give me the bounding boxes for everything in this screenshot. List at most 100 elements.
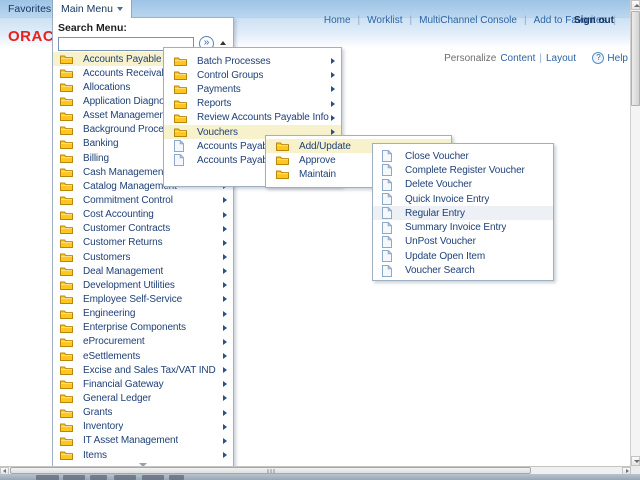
menu-item-label: Deal Management	[83, 266, 163, 277]
menu-item[interactable]: Complete Register Voucher	[373, 163, 553, 177]
link-separator: |	[524, 15, 527, 26]
menu-item[interactable]: Items	[53, 448, 233, 462]
document-icon	[382, 236, 395, 248]
menu-item[interactable]: Voucher Search	[373, 263, 553, 277]
folder-icon	[60, 449, 73, 461]
help-area: ? Help	[592, 52, 628, 64]
menu-item[interactable]: Regular Entry	[373, 206, 553, 220]
folder-icon	[60, 322, 73, 334]
help-link[interactable]: Help	[607, 53, 628, 64]
folder-icon	[276, 154, 289, 166]
folder-icon	[174, 126, 187, 138]
header-link[interactable]: MultiChannel Console	[419, 15, 517, 26]
menu-item-label: Billing	[83, 153, 109, 164]
menu-item[interactable]: Financial Gateway	[53, 377, 233, 391]
folder-icon	[60, 435, 73, 447]
header-link[interactable]: Home	[324, 15, 351, 26]
menu-item[interactable]: Commitment Control	[53, 193, 233, 207]
menu-item[interactable]: UnPost Voucher	[373, 235, 553, 249]
menu-item[interactable]: IT Asset Management	[53, 434, 233, 448]
folder-icon	[60, 95, 73, 107]
submenu-arrow-icon	[223, 367, 227, 373]
scroll-down-button[interactable]	[631, 456, 640, 466]
menu-item[interactable]: Employee Self-Service	[53, 292, 233, 306]
menu-item-label: Asset Management	[83, 110, 168, 121]
menu-item[interactable]: Customers	[53, 250, 233, 264]
personalize-layout-link[interactable]: Layout	[546, 53, 576, 64]
menu-item-label: Banking	[83, 138, 118, 149]
menu-scroll-up-icon[interactable]	[220, 41, 226, 45]
menu-item[interactable]: Engineering	[53, 307, 233, 321]
taskbar-item	[114, 475, 136, 480]
document-icon	[382, 207, 395, 219]
menu-item[interactable]: Grants	[53, 406, 233, 420]
link-separator: |	[358, 15, 361, 26]
menu-item-label: Engineering	[83, 308, 135, 319]
menu-item[interactable]: eProcurement	[53, 335, 233, 349]
menu-item[interactable]: Inventory	[53, 420, 233, 434]
menu-item[interactable]: eSettlements	[53, 349, 233, 363]
menu-item[interactable]: Deal Management	[53, 264, 233, 278]
submenu-arrow-icon	[223, 438, 227, 444]
menu-item[interactable]: Summary Invoice Entry	[373, 220, 553, 234]
folder-icon	[174, 98, 187, 110]
taskbar-item	[36, 475, 59, 480]
menu-item-label: Development Utilities	[83, 280, 175, 291]
folder-icon	[60, 265, 73, 277]
menu-item[interactable]: Review Accounts Payable Info	[164, 111, 341, 125]
menu-item[interactable]: Reports	[164, 97, 341, 111]
menu-item-label: Summary Invoice Entry	[405, 222, 506, 233]
document-icon	[382, 193, 395, 205]
submenu-arrow-icon	[223, 395, 227, 401]
menu-item[interactable]: Close Voucher	[373, 149, 553, 163]
menu-item-label: Commitment Control	[83, 195, 173, 206]
scroll-up-button[interactable]	[631, 0, 640, 10]
menu-item-label: Customer Returns	[83, 237, 163, 248]
folder-icon	[60, 138, 73, 150]
menu-item[interactable]: General Ledger	[53, 391, 233, 405]
menu-item[interactable]: Payments	[164, 82, 341, 96]
main-menu-tab[interactable]: Main Menu	[52, 0, 132, 18]
menu-item-label: Inventory	[83, 421, 123, 432]
menu-item-label: Complete Register Voucher	[405, 165, 525, 176]
sign-out-link[interactable]: Sign out	[574, 15, 614, 26]
menu-item-label: Accounts Payable	[83, 54, 161, 65]
submenu-arrow-icon	[223, 268, 227, 274]
menu-item[interactable]: Customer Returns	[53, 236, 233, 250]
header-link[interactable]: Worklist	[367, 15, 402, 26]
menu-item[interactable]: Control Groups	[164, 68, 341, 82]
menu-item[interactable]: Excise and Sales Tax/VAT IND	[53, 363, 233, 377]
submenu-arrow-icon	[331, 58, 335, 64]
menu-item[interactable]: Quick Invoice Entry	[373, 192, 553, 206]
personalize-bar: Personalize Content | Layout	[444, 53, 576, 64]
horizontal-scrollbar[interactable]	[0, 466, 631, 474]
submenu-arrow-icon	[223, 410, 227, 416]
triangle-right-icon	[626, 469, 629, 473]
menu-item-label: Accounts Receivable	[83, 68, 174, 79]
menu-item-label: Voucher Search	[405, 265, 475, 276]
taskbar-strip	[0, 474, 640, 480]
menu-item[interactable]: Update Open Item	[373, 249, 553, 263]
menu-item-label: Vouchers	[197, 127, 238, 138]
taskbar-item	[169, 475, 184, 480]
document-icon	[382, 222, 395, 234]
submenu-arrow-icon	[223, 325, 227, 331]
folder-icon	[60, 209, 73, 221]
horizontal-scrollbar-thumb[interactable]	[10, 467, 531, 474]
taskbar-item	[63, 475, 85, 480]
help-icon: ?	[592, 52, 604, 64]
menu-item[interactable]: Delete Voucher	[373, 178, 553, 192]
menu-item-label: Employee Self-Service	[83, 294, 182, 305]
vertical-scrollbar[interactable]	[630, 0, 640, 466]
menu-item[interactable]: Batch Processes	[164, 54, 341, 68]
menu-item-label: Maintain	[299, 169, 336, 180]
vertical-scrollbar-thumb[interactable]	[631, 11, 640, 106]
menu-item[interactable]: Enterprise Components	[53, 321, 233, 335]
personalize-content-link[interactable]: Content	[500, 53, 535, 64]
folder-icon	[60, 53, 73, 65]
menu-item[interactable]: Customer Contracts	[53, 222, 233, 236]
submenu-arrow-icon	[223, 339, 227, 345]
menu-item[interactable]: Development Utilities	[53, 278, 233, 292]
menu-item-label: Financial Gateway	[83, 379, 164, 390]
menu-item[interactable]: Cost Accounting	[53, 208, 233, 222]
